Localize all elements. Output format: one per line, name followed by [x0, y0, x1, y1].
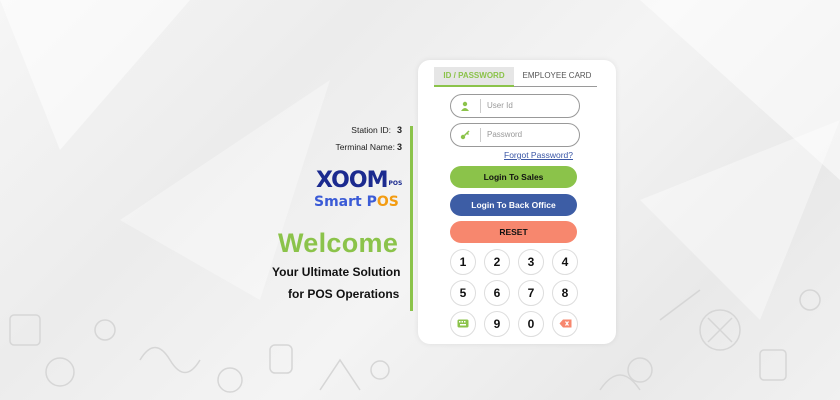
keypad-key-1[interactable]: 1	[450, 249, 476, 275]
accent-divider	[410, 126, 413, 311]
xoom-logo: XOOMPOS	[316, 168, 402, 193]
terminal-name-label: Terminal Name:	[335, 142, 395, 152]
tab-employee-card[interactable]: EMPLOYEE CARD	[518, 67, 596, 85]
terminal-name-line: Terminal Name: 3	[335, 142, 402, 152]
password-separator	[480, 128, 481, 142]
smart-pos-text: Smart P	[314, 194, 377, 210]
keypad-key-9[interactable]: 9	[484, 311, 510, 337]
user-id-separator	[480, 99, 481, 113]
smart-pos-logo: Smart POS	[314, 194, 399, 210]
keypad-key-0[interactable]: 0	[518, 311, 544, 337]
reset-button[interactable]: RESET	[450, 221, 577, 243]
keypad-backspace-button[interactable]	[552, 311, 578, 337]
keypad-key-4[interactable]: 4	[552, 249, 578, 275]
smart-pos-s: S	[388, 194, 399, 210]
keypad-key-7[interactable]: 7	[518, 280, 544, 306]
xoom-logo-suffix: POS	[388, 180, 403, 187]
login-card: ID / PASSWORD EMPLOYEE CARD Forgot Passw…	[418, 60, 616, 344]
user-icon	[461, 101, 469, 111]
user-id-field[interactable]	[450, 94, 580, 118]
smart-pos-o: O	[376, 194, 389, 210]
keypad-key-5[interactable]: 5	[450, 280, 476, 306]
keypad-key-6[interactable]: 6	[484, 280, 510, 306]
tab-id-password[interactable]: ID / PASSWORD	[434, 67, 514, 87]
station-id-value: 3	[396, 125, 402, 135]
user-id-input[interactable]	[487, 98, 571, 113]
station-id-label: Station ID:	[351, 125, 391, 135]
login-to-back-office-button[interactable]: Login To Back Office	[450, 194, 577, 216]
password-input[interactable]	[487, 127, 571, 142]
welcome-heading: Welcome	[278, 228, 399, 258]
xoom-logo-text: XOOM	[316, 168, 388, 193]
keypad-key-2[interactable]: 2	[484, 249, 510, 275]
tagline-line-1: Your Ultimate Solution	[272, 265, 401, 279]
keypad-key-8[interactable]: 8	[552, 280, 578, 306]
login-to-sales-button[interactable]: Login To Sales	[450, 166, 577, 188]
login-tabs: ID / PASSWORD EMPLOYEE CARD	[434, 67, 597, 87]
tagline-line-2: for POS Operations	[288, 287, 400, 301]
info-panel: Station ID: 3 Terminal Name: 3 XOOMPOS Sma…	[250, 118, 413, 311]
forgot-password-link[interactable]: Forgot Password?	[504, 150, 573, 160]
key-icon	[460, 130, 470, 140]
backspace-icon	[559, 319, 571, 328]
keypad-keyboard-button[interactable]	[450, 311, 476, 337]
password-field[interactable]	[450, 123, 580, 147]
keyboard-icon	[457, 319, 469, 328]
terminal-name-value: 3	[396, 142, 402, 152]
station-id-line: Station ID: 3	[351, 125, 402, 135]
keypad-key-3[interactable]: 3	[518, 249, 544, 275]
